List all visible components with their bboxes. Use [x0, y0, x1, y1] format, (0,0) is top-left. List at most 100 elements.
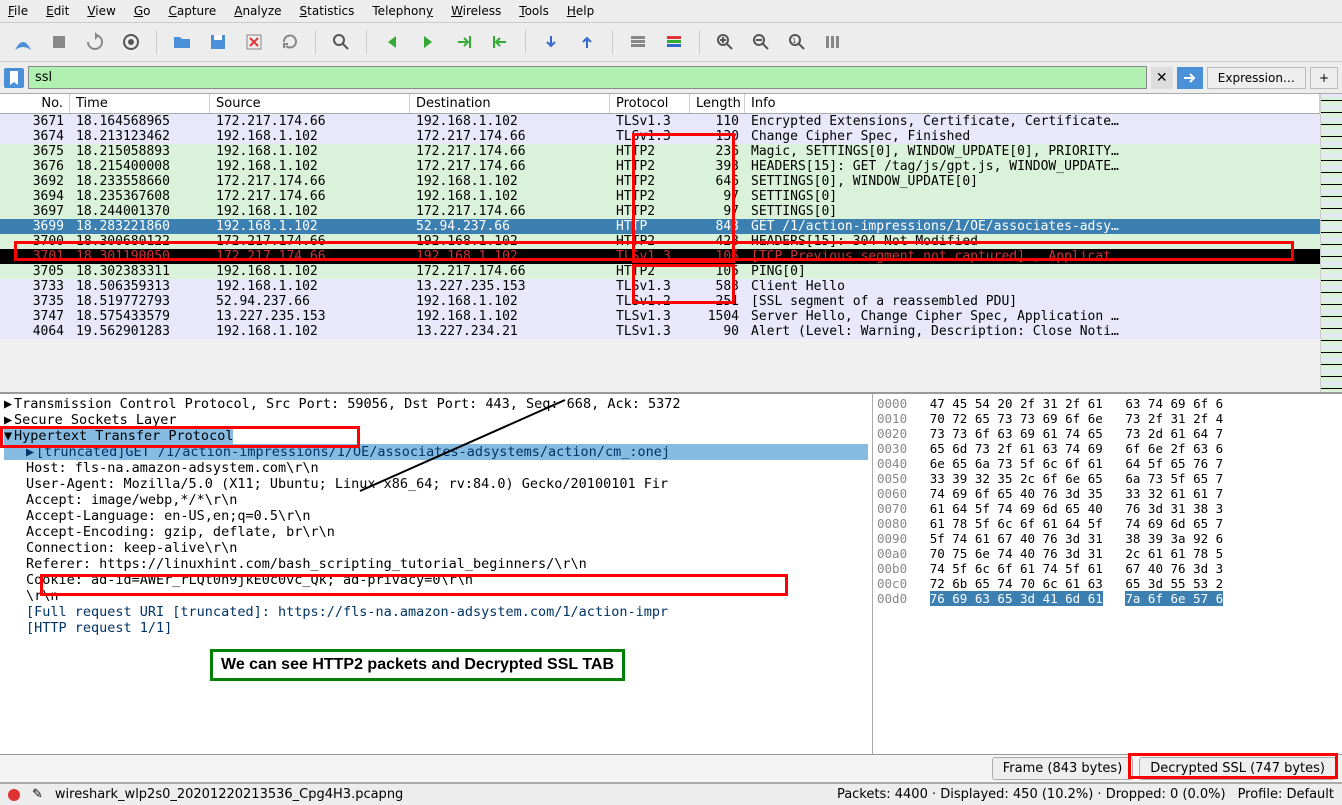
detail-line[interactable]: Accept-Language: en-US,en;q=0.5\r\n	[26, 508, 868, 524]
save-file-icon[interactable]	[203, 27, 233, 57]
menu-go[interactable]: Go	[134, 4, 151, 18]
detail-line[interactable]: [Full request URI [truncated]: https://f…	[26, 604, 868, 620]
zoom-in-icon[interactable]	[710, 27, 740, 57]
packet-row[interactable]: 374718.57543357913.227.235.153192.168.1.…	[0, 309, 1320, 324]
packet-minimap[interactable]	[1320, 94, 1342, 392]
menu-telephony[interactable]: Telephony	[372, 4, 433, 18]
menu-analyze[interactable]: Analyze	[234, 4, 281, 18]
hex-row[interactable]: 0070 61 64 5f 74 69 6d 65 40 76 3d 31 38…	[877, 501, 1338, 516]
menu-wireless[interactable]: Wireless	[451, 4, 501, 18]
menu-edit[interactable]: Edit	[46, 4, 69, 18]
col-source[interactable]: Source	[210, 94, 410, 113]
menu-file[interactable]: File	[8, 4, 28, 18]
col-time[interactable]: Time	[70, 94, 210, 113]
hex-row[interactable]: 0040 6e 65 6a 73 5f 6c 6f 61 64 5f 65 76…	[877, 456, 1338, 471]
packet-row[interactable]: 369218.233558660172.217.174.66192.168.1.…	[0, 174, 1320, 189]
packet-row[interactable]: 369418.235367608172.217.174.66192.168.1.…	[0, 189, 1320, 204]
start-capture-icon[interactable]	[8, 27, 38, 57]
col-info[interactable]: Info	[745, 94, 1320, 113]
auto-scroll-icon[interactable]	[536, 27, 566, 57]
hex-row[interactable]: 00b0 74 5f 6c 6f 61 74 5f 61 67 40 76 3d…	[877, 561, 1338, 576]
expert-info-icon[interactable]	[8, 789, 20, 801]
col-destination[interactable]: Destination	[410, 94, 610, 113]
hex-row[interactable]: 0060 74 69 6f 65 40 76 3d 35 33 32 61 61…	[877, 486, 1338, 501]
detail-line[interactable]: Connection: keep-alive\r\n	[26, 540, 868, 556]
packet-row[interactable]: 367618.215400008192.168.1.102172.217.174…	[0, 159, 1320, 174]
hex-row[interactable]: 0000 47 45 54 20 2f 31 2f 61 63 74 69 6f…	[877, 396, 1338, 411]
packet-row[interactable]: 370118.301190050172.217.174.66192.168.1.…	[0, 249, 1320, 264]
hex-row[interactable]: 00c0 72 6b 65 74 70 6c 61 63 65 3d 55 53…	[877, 576, 1338, 591]
expression-button[interactable]: Expression…	[1207, 67, 1306, 89]
tab-decrypted-ssl[interactable]: Decrypted SSL (747 bytes)	[1139, 757, 1336, 780]
apply-filter-icon[interactable]	[1177, 67, 1203, 89]
open-file-icon[interactable]	[167, 27, 197, 57]
detail-line[interactable]: [HTTP request 1/1]	[26, 620, 868, 636]
colorize-icon[interactable]	[623, 27, 653, 57]
tab-frame[interactable]: Frame (843 bytes)	[992, 757, 1134, 780]
detail-line[interactable]: Cookie: ad-id=AWEr_rLQt0n9jkE0c0vc_Qk; a…	[26, 572, 868, 588]
close-file-icon[interactable]	[239, 27, 269, 57]
tree-tcp[interactable]: ▶Transmission Control Protocol, Src Port…	[4, 396, 868, 412]
colorize-rules-icon[interactable]	[659, 27, 689, 57]
detail-line[interactable]: User-Agent: Mozilla/5.0 (X11; Ubuntu; Li…	[26, 476, 868, 492]
toolbar-separator	[156, 30, 157, 54]
menu-view[interactable]: View	[87, 4, 115, 18]
packet-row[interactable]: 370518.302383311192.168.1.102172.217.174…	[0, 264, 1320, 279]
menu-capture[interactable]: Capture	[168, 4, 216, 18]
col-length[interactable]: Length	[690, 94, 745, 113]
resize-columns-icon[interactable]	[818, 27, 848, 57]
display-filter-input[interactable]	[28, 66, 1147, 89]
edit-capture-comment-icon[interactable]: ✎	[32, 787, 43, 802]
capture-options-icon[interactable]	[116, 27, 146, 57]
tree-http[interactable]: ▼Hypertext Transfer Protocol	[4, 428, 233, 444]
packet-row[interactable]: 367518.215058893192.168.1.102172.217.174…	[0, 144, 1320, 159]
packet-row[interactable]: 367118.164568965172.217.174.66192.168.1.…	[0, 114, 1320, 129]
hex-row[interactable]: 0030 65 6d 73 2f 61 63 74 69 6f 6e 2f 63…	[877, 441, 1338, 456]
menubar: File Edit View Go Capture Analyze Statis…	[0, 0, 1342, 23]
hex-row[interactable]: 0080 61 78 5f 6c 6f 61 64 5f 74 69 6d 65…	[877, 516, 1338, 531]
detail-line[interactable]: Referer: https://linuxhint.com/bash_scri…	[26, 556, 868, 572]
menu-tools[interactable]: Tools	[519, 4, 549, 18]
detail-line[interactable]: Accept-Encoding: gzip, deflate, br\r\n	[26, 524, 868, 540]
col-protocol[interactable]: Protocol	[610, 94, 690, 113]
packet-row[interactable]: 406419.562901283192.168.1.10213.227.234.…	[0, 324, 1320, 339]
zoom-out-icon[interactable]	[746, 27, 776, 57]
hex-row[interactable]: 0090 5f 74 61 67 40 76 3d 31 38 39 3a 92…	[877, 531, 1338, 546]
packet-row[interactable]: 369918.283221860192.168.1.10252.94.237.6…	[0, 219, 1320, 234]
menu-help[interactable]: Help	[567, 4, 594, 18]
go-back-icon[interactable]	[377, 27, 407, 57]
restart-capture-icon[interactable]	[80, 27, 110, 57]
go-to-first-icon[interactable]	[485, 27, 515, 57]
status-profile[interactable]: Profile: Default	[1238, 787, 1334, 802]
hex-dump-pane[interactable]: 0000 47 45 54 20 2f 31 2f 61 63 74 69 6f…	[872, 394, 1342, 754]
go-to-packet-icon[interactable]	[449, 27, 479, 57]
detail-line[interactable]: Accept: image/webp,*/*\r\n	[26, 492, 868, 508]
packet-row[interactable]: 367418.213123462192.168.1.102172.217.174…	[0, 129, 1320, 144]
col-no[interactable]: No.	[0, 94, 70, 113]
packet-row[interactable]: 373318.506359313192.168.1.10213.227.235.…	[0, 279, 1320, 294]
zoom-reset-icon[interactable]: 1	[782, 27, 812, 57]
add-filter-button[interactable]: +	[1310, 67, 1338, 89]
detail-line[interactable]: ▶[truncated]GET /1/action-impressions/1/…	[4, 444, 868, 460]
packet-details-pane[interactable]: ▶Transmission Control Protocol, Src Port…	[0, 394, 872, 754]
hex-row[interactable]: 0010 70 72 65 73 73 69 6f 6e 73 2f 31 2f…	[877, 411, 1338, 426]
stop-capture-icon[interactable]	[44, 27, 74, 57]
filter-bookmark-icon[interactable]	[4, 68, 24, 88]
detail-line[interactable]: \r\n	[26, 588, 868, 604]
hex-row[interactable]: 0020 73 73 6f 63 69 61 74 65 73 2d 61 64…	[877, 426, 1338, 441]
hex-row[interactable]: 0050 33 39 32 35 2c 6f 6e 65 6a 73 5f 65…	[877, 471, 1338, 486]
scroll-up-icon[interactable]	[572, 27, 602, 57]
detail-line[interactable]: Host: fls-na.amazon-adsystem.com\r\n	[26, 460, 868, 476]
packet-row[interactable]: 369718.244001370192.168.1.102172.217.174…	[0, 204, 1320, 219]
packet-row[interactable]: 370018.300680122172.217.174.66192.168.1.…	[0, 234, 1320, 249]
clear-filter-icon[interactable]: ✕	[1151, 67, 1173, 89]
tree-ssl[interactable]: ▶Secure Sockets Layer	[4, 412, 868, 428]
find-packet-icon[interactable]	[326, 27, 356, 57]
hex-row[interactable]: 00d0 76 69 63 65 3d 41 6d 61 7a 6f 6e 57…	[877, 591, 1338, 606]
go-forward-icon[interactable]	[413, 27, 443, 57]
hex-row[interactable]: 00a0 70 75 6e 74 40 76 3d 31 2c 61 61 78…	[877, 546, 1338, 561]
packet-list-header[interactable]: No. Time Source Destination Protocol Len…	[0, 94, 1320, 114]
packet-row[interactable]: 373518.51977279352.94.237.66192.168.1.10…	[0, 294, 1320, 309]
reload-file-icon[interactable]	[275, 27, 305, 57]
menu-statistics[interactable]: Statistics	[300, 4, 355, 18]
